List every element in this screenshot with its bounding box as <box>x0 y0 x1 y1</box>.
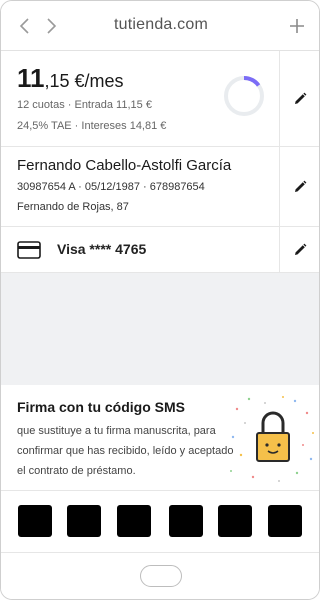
chevron-left-icon[interactable] <box>15 15 35 37</box>
sms-code-input-row <box>1 491 319 553</box>
monthly-amount: 11,15 €/mes <box>17 63 124 94</box>
edit-card-button[interactable] <box>280 227 319 272</box>
amount-unit: €/mes <box>69 71 124 91</box>
url-text[interactable]: tutienda.com <box>91 16 231 34</box>
loan-installments: 12 cuotas · Entrada 11,15 € <box>17 99 152 111</box>
sms-code-digit-4[interactable] <box>169 505 203 537</box>
sms-code-digit-2[interactable] <box>67 505 101 537</box>
content-spacer <box>1 273 319 385</box>
sms-code-digit-5[interactable] <box>218 505 252 537</box>
sms-title: Firma con tu código SMS <box>17 399 186 415</box>
customer-details: 30987654 A · 05/12/1987 · 678987654 <box>17 181 205 193</box>
credit-card-icon <box>17 241 41 259</box>
pencil-icon <box>294 180 306 192</box>
edit-loan-button[interactable] <box>280 51 319 146</box>
card-label: Visa **** 4765 <box>57 241 147 257</box>
loan-summary: 11,15 €/mes 12 cuotas · Entrada 11,15 € … <box>1 51 280 146</box>
padlock-icon <box>230 396 314 482</box>
sms-description: que sustituye a tu firma manuscrita, par… <box>17 425 234 477</box>
progress-ring <box>224 76 264 116</box>
sms-code-digit-1[interactable] <box>18 505 52 537</box>
sms-code-digit-3[interactable] <box>117 505 151 537</box>
payment-card-row: Visa **** 4765 <box>1 227 319 273</box>
pencil-icon <box>294 243 306 255</box>
home-button[interactable] <box>140 565 182 587</box>
personal-data-row: Fernando Cabello-Astolfi García 30987654… <box>1 147 319 227</box>
chevron-right-icon[interactable] <box>41 15 61 37</box>
loan-rates: 24,5% TAE · Intereses 14,81 € <box>17 120 167 132</box>
sms-code-digit-6[interactable] <box>268 505 302 537</box>
amount-decimals: ,15 <box>44 71 70 91</box>
loan-summary-row: 11,15 €/mes 12 cuotas · Entrada 11,15 € … <box>1 51 319 147</box>
device-home-area <box>1 553 319 599</box>
sms-signature-section: Firma con tu código SMS que sustituye a … <box>1 385 319 491</box>
plus-icon[interactable] <box>287 15 307 37</box>
browser-bar: tutienda.com <box>1 1 319 51</box>
edit-personal-data-button[interactable] <box>280 147 319 226</box>
payment-card: Visa **** 4765 <box>1 227 280 272</box>
customer-address: Fernando de Rojas, 87 <box>17 201 129 213</box>
device-frame: tutienda.com 11,15 €/mes 12 cuotas · Ent… <box>0 0 320 600</box>
pencil-icon <box>294 92 306 104</box>
amount-integer: 11 <box>17 63 45 93</box>
customer-name: Fernando Cabello-Astolfi García <box>17 157 232 174</box>
personal-data: Fernando Cabello-Astolfi García 30987654… <box>1 147 280 226</box>
